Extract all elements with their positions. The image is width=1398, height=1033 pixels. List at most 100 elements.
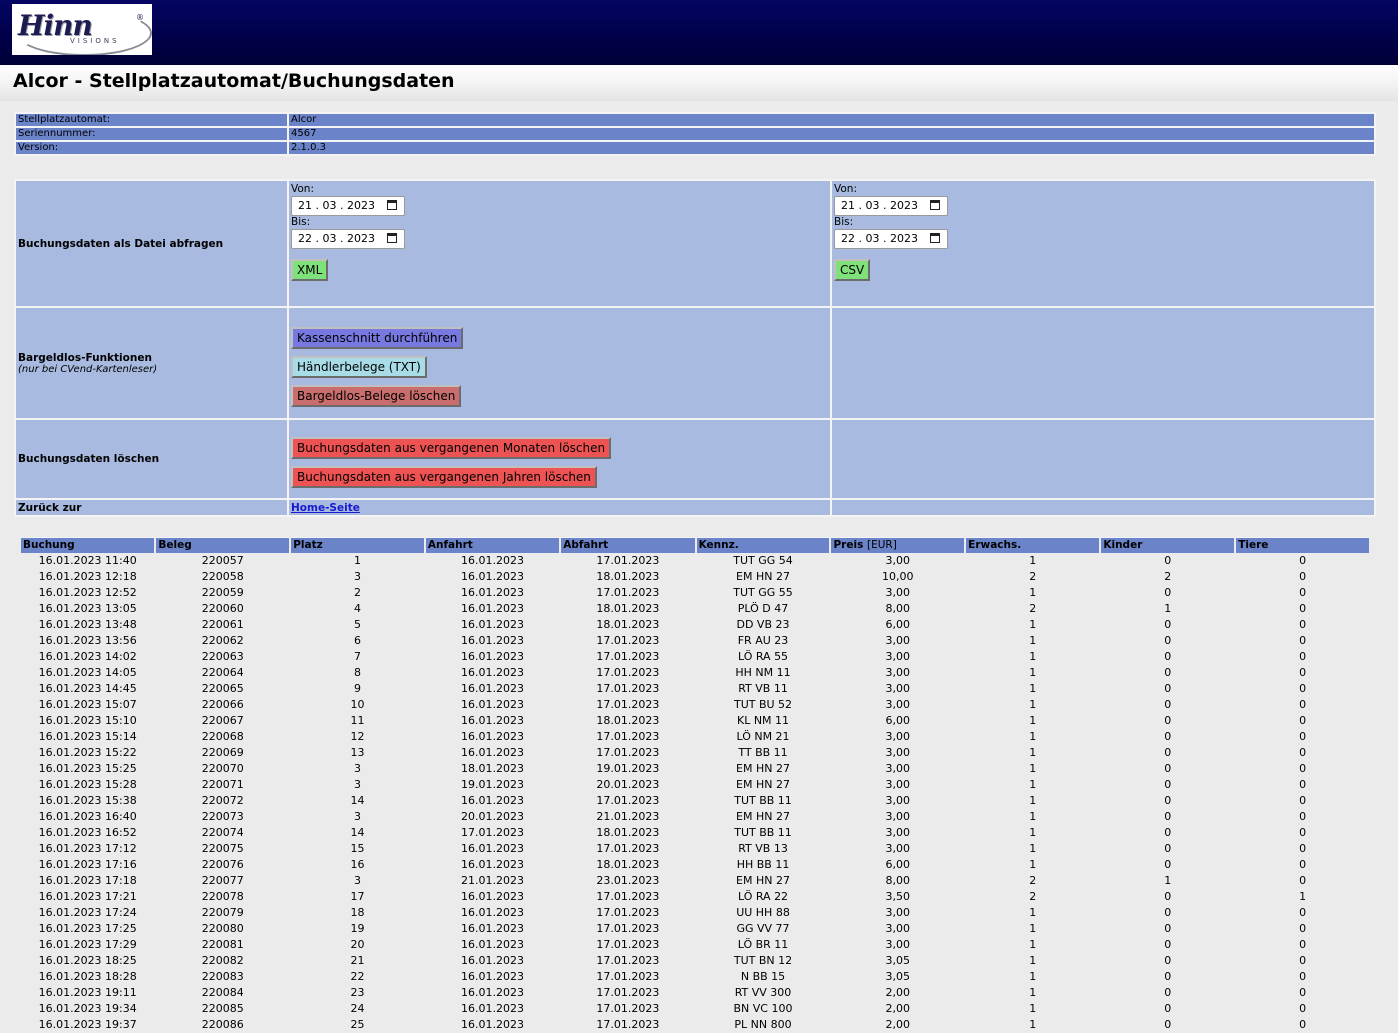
- bookings-table-body: 16.01.2023 11:40 220057 1 16.01.2023 17.01.2…: [21, 553, 1369, 1033]
- cell-preis: 3,00: [885, 666, 911, 679]
- cell-tiere: 0: [1299, 938, 1307, 951]
- cell-buchung: 16.01.2023 17:16: [38, 858, 137, 871]
- cell-anfahrt: 16.01.2023: [461, 794, 525, 807]
- calendar-icon[interactable]: [930, 200, 940, 210]
- info-label: Version:: [16, 142, 287, 154]
- cell-buchung: 16.01.2023 13:48: [38, 618, 137, 631]
- table-row: 16.01.2023 12:18 220058 3 16.01.2023 18.01.2…: [21, 569, 1369, 585]
- cell-abfahrt: 17.01.2023: [596, 1002, 660, 1015]
- cell-beleg: 220061: [201, 618, 244, 631]
- kassenschnitt-button[interactable]: Kassenschnitt durchführen: [291, 326, 464, 349]
- cell-kennz: LÖ RA 55: [737, 650, 789, 663]
- cell-beleg: 220074: [201, 826, 244, 839]
- cell-preis: 3,50: [885, 890, 911, 903]
- cell-kennz: LÖ RA 22: [737, 890, 789, 903]
- home-page-link[interactable]: Home-Seite: [291, 502, 360, 514]
- cell-kennz: FR AU 23: [737, 634, 789, 647]
- cell-kennz: EM HN 27: [736, 570, 790, 583]
- cell-kinder: 0: [1164, 714, 1172, 727]
- cell-erwachs: 1: [1029, 954, 1037, 967]
- table-row: 16.01.2023 19:11 220084 23 16.01.2023 17.01.…: [21, 985, 1369, 1001]
- haendlerbelege-button[interactable]: Händlerbelege (TXT): [291, 355, 427, 378]
- cell-kinder: 0: [1164, 730, 1172, 743]
- cell-preis: 3,00: [885, 586, 911, 599]
- calendar-icon[interactable]: [930, 233, 940, 243]
- cell-buchung: 16.01.2023 17:25: [38, 922, 137, 935]
- cell-anfahrt: 16.01.2023: [461, 986, 525, 999]
- cell-buchung: 16.01.2023 14:05: [38, 666, 137, 679]
- cell-tiere: 0: [1299, 858, 1307, 871]
- cell-preis: 10,00: [882, 570, 914, 583]
- calendar-icon[interactable]: [387, 233, 397, 243]
- cell-buchung: 16.01.2023 12:52: [38, 586, 137, 599]
- back-row: Zurück zur Home-Seite: [16, 500, 1374, 515]
- cell-kinder: 0: [1164, 906, 1172, 919]
- info-row-stellplatzautomat: Stellplatzautomat: Alcor: [16, 114, 1374, 126]
- cell-tiere: 0: [1299, 666, 1307, 679]
- info-row-version: Version: 2.1.0.3: [16, 142, 1374, 154]
- cell-beleg: 220064: [201, 666, 244, 679]
- xml-export-button[interactable]: XML: [291, 259, 329, 281]
- cell-kennz: UU HH 88: [736, 906, 790, 919]
- delete-row: Buchungsdaten löschen Buchungsdaten aus …: [16, 420, 1374, 498]
- cell-preis: 3,00: [885, 650, 911, 663]
- cell-abfahrt: 18.01.2023: [596, 826, 660, 839]
- cell-tiere: 0: [1299, 1002, 1307, 1015]
- calendar-icon[interactable]: [387, 200, 397, 210]
- csv-from-date-input[interactable]: 21 . 03 . 2023: [834, 196, 948, 216]
- cell-preis: 3,00: [885, 938, 911, 951]
- cell-preis: 8,00: [885, 874, 911, 887]
- cell-kinder: 0: [1164, 698, 1172, 711]
- xml-from-date-value: 21 . 03 . 2023: [298, 199, 375, 212]
- col-header-buchung: Buchung: [21, 537, 155, 553]
- cell-erwachs: 1: [1029, 810, 1037, 823]
- hinn-visions-logo[interactable]: Hinn ® VISIONS: [12, 4, 152, 55]
- cell-anfahrt: 16.01.2023: [461, 970, 525, 983]
- cell-anfahrt: 18.01.2023: [461, 762, 525, 775]
- device-info-table: Stellplatzautomat: Alcor Seriennummer: 4…: [14, 112, 1376, 156]
- cell-anfahrt: 16.01.2023: [461, 634, 525, 647]
- cell-anfahrt: 20.01.2023: [461, 810, 525, 823]
- cell-platz: 8: [354, 666, 362, 679]
- info-label: Seriennummer:: [16, 128, 287, 140]
- cell-beleg: 220085: [201, 1002, 244, 1015]
- cell-abfahrt: 17.01.2023: [596, 634, 660, 647]
- cell-kennz: TUT BU 52: [733, 698, 793, 711]
- xml-from-date-input[interactable]: 21 . 03 . 2023: [291, 196, 405, 216]
- cell-abfahrt: 17.01.2023: [596, 986, 660, 999]
- cell-preis: 3,00: [885, 778, 911, 791]
- delete-months-button[interactable]: Buchungsdaten aus vergangenen Monaten lö…: [291, 437, 612, 459]
- csv-export-button[interactable]: CSV: [834, 259, 871, 281]
- cell-tiere: 0: [1299, 586, 1307, 599]
- csv-to-date-input[interactable]: 22 . 03 . 2023: [834, 229, 948, 249]
- cell-kinder: 0: [1164, 810, 1172, 823]
- cell-kinder: 0: [1164, 826, 1172, 839]
- bargeldlos-belege-loeschen-button[interactable]: Bargeldlos-Belege löschen: [291, 384, 462, 407]
- cell-tiere: 0: [1299, 874, 1307, 887]
- cell-platz: 5: [354, 618, 362, 631]
- back-link-cell: Home-Seite: [289, 500, 830, 515]
- cell-tiere: 0: [1299, 554, 1307, 567]
- cell-anfahrt: 16.01.2023: [461, 1002, 525, 1015]
- col-header-preis: Preis [EUR]: [831, 537, 965, 553]
- cell-buchung: 16.01.2023 13:56: [38, 634, 137, 647]
- cell-beleg: 220082: [201, 954, 244, 967]
- cell-kennz: TUT BB 11: [734, 794, 792, 807]
- cell-kennz: HH NM 11: [735, 666, 791, 679]
- cell-preis: 8,00: [885, 602, 911, 615]
- export-label: Buchungsdaten als Datei abfragen: [16, 181, 287, 306]
- cell-buchung: 16.01.2023 15:07: [38, 698, 137, 711]
- table-row: 16.01.2023 17:12 220075 15 16.01.2023 17.01.…: [21, 841, 1369, 857]
- delete-years-button[interactable]: Buchungsdaten aus vergangenen Jahren lös…: [291, 466, 597, 488]
- page-title: Alcor - Stellplatzautomat/Buchungsdaten: [13, 70, 455, 92]
- xml-to-date-input[interactable]: 22 . 03 . 2023: [291, 229, 405, 249]
- cell-erwachs: 1: [1029, 650, 1037, 663]
- cell-beleg: 220059: [201, 586, 244, 599]
- cell-beleg: 220077: [201, 874, 244, 887]
- cell-beleg: 220081: [201, 938, 244, 951]
- table-row: 16.01.2023 16:40 220073 3 20.01.2023 21.01.2…: [21, 809, 1369, 825]
- cell-tiere: 0: [1299, 746, 1307, 759]
- cell-beleg: 220062: [201, 634, 244, 647]
- cell-kennz: GG VV 77: [736, 922, 790, 935]
- cell-beleg: 220079: [201, 906, 244, 919]
